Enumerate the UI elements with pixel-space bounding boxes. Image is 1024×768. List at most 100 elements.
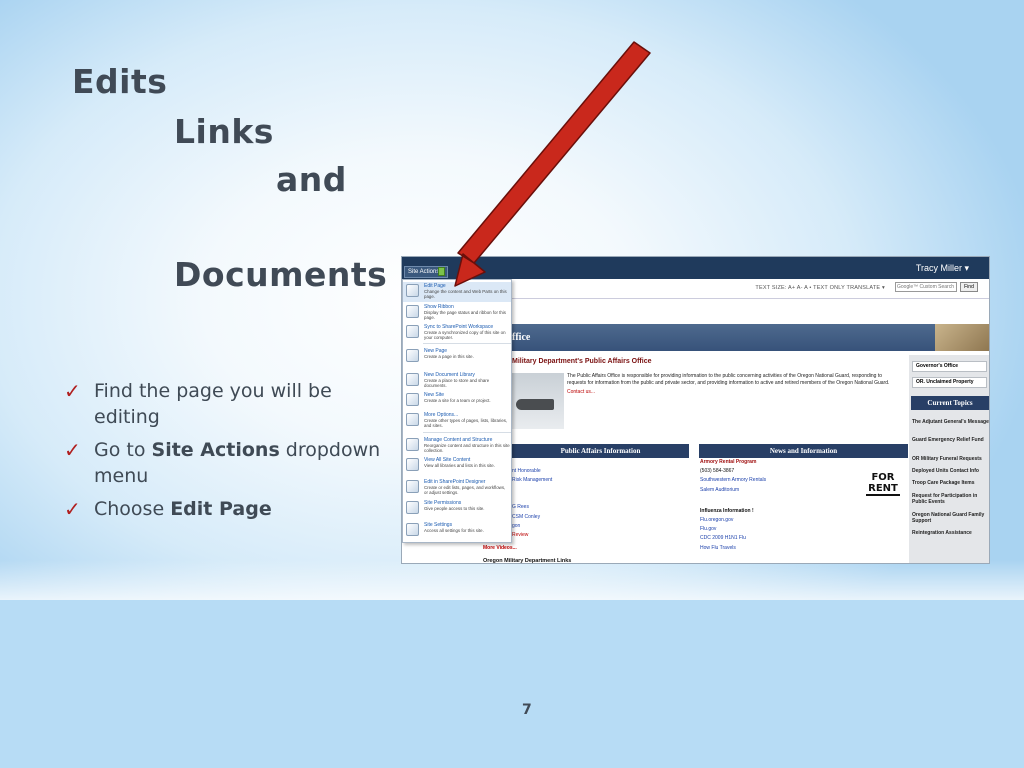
menu-item-edit-page[interactable]: Edit Page Change the content and Web Part…	[403, 282, 511, 302]
news-link[interactable]: How Flu Travels	[700, 544, 766, 553]
menu-item-description: Create a page in this site.	[424, 354, 474, 359]
menu-item-sync-to-sharepoint-workspace[interactable]: Sync to SharePoint Workspace Create a syn…	[403, 323, 511, 343]
search-input[interactable]: Google™ Custom Search	[895, 282, 957, 292]
news-link[interactable]: Flu.oregon.gov	[700, 516, 766, 525]
links-title: Oregon Military Department Links	[483, 558, 572, 564]
sharepoint-workspace-icon	[406, 325, 419, 338]
news-link[interactable]: Flu.gov	[700, 525, 766, 534]
menu-item-edit-in-sharepoint-designer[interactable]: Edit in SharePoint Designer Create or edi…	[403, 478, 511, 498]
arrow-icon	[454, 41, 651, 287]
tool-strip: TEXT SIZE: A+ A- A • TEXT ONLY TRANSLATE…	[512, 279, 989, 299]
contact-link[interactable]: Contact us...	[567, 389, 595, 395]
topic-link[interactable]: The Adjutant General's Message	[912, 419, 989, 425]
public-affairs-header: Public Affairs Information	[512, 444, 689, 458]
pai-link[interactable]: Risk Management	[512, 476, 552, 485]
pai-link[interactable]: gon	[512, 522, 552, 531]
news-link[interactable]: Salem Auditorium	[700, 486, 766, 495]
pai-link[interactable]: CSM Conley	[512, 513, 552, 522]
checkmark-icon: ✓	[64, 438, 81, 462]
news-line: (503) 584-3867	[700, 468, 735, 475]
helicopter-image	[512, 373, 564, 429]
manage-content-icon	[406, 438, 419, 451]
designer-icon	[406, 480, 419, 493]
more-videos-link[interactable]: More Videos...	[483, 545, 517, 551]
topic-link[interactable]: Oregon National Guard Family Support	[912, 512, 989, 524]
text-size-tools[interactable]: TEXT SIZE: A+ A- A • TEXT ONLY TRANSLATE…	[755, 285, 885, 291]
bullet-3-text: Choose Edit Page	[94, 498, 272, 520]
menu-item-new-document-library[interactable]: New Document Library Create a place to st…	[403, 371, 511, 391]
current-topics-header: Current Topics	[911, 396, 989, 410]
menu-item-description: Access all settings for this site.	[424, 528, 484, 533]
new-page-icon	[406, 349, 419, 362]
menu-item-description: Create a site for a team or project.	[424, 398, 491, 403]
menu-item-description: Create other types of pages, lists, libr…	[424, 418, 508, 428]
title-line-3: and	[276, 160, 347, 199]
page-number: 7	[522, 702, 532, 718]
menu-item-description: Create a synchronized copy of this site …	[424, 330, 506, 340]
menu-item-description: Reorganize content and structure in this…	[424, 443, 510, 453]
menu-separator	[423, 343, 511, 344]
pai-link[interactable]: nt Honorable	[512, 467, 552, 476]
title-line-1: Edits	[72, 62, 168, 101]
menu-item-show-ribbon[interactable]: Show Ribbon Display the page status and r…	[403, 303, 511, 323]
permissions-icon	[406, 501, 419, 514]
find-button[interactable]: Find	[960, 282, 978, 292]
menu-item-description: View all libraries and lists in this sit…	[424, 463, 495, 468]
menu-item-more-options[interactable]: More Options... Create other types of pag…	[403, 411, 511, 431]
menu-item-new-page[interactable]: New Page Create a page in this site.	[403, 347, 511, 367]
site-content-icon	[406, 458, 419, 471]
menu-item-description: Create or edit lists, pages, and workflo…	[424, 485, 506, 495]
for-rent-sign: FOR RENT	[866, 472, 900, 496]
armory-heading: Armory Rental Program	[700, 459, 757, 465]
news-header: News and Information	[699, 444, 908, 458]
bullet-2-text: Go to Site Actions dropdown menu	[94, 439, 381, 487]
settings-icon	[406, 523, 419, 536]
intro-text: The Public Affairs Office is responsible…	[567, 373, 890, 386]
menu-item-new-site[interactable]: New Site Create a site for a team or proj…	[403, 391, 511, 411]
bullet-2: ✓ Go to Site Actions dropdown menu	[64, 437, 394, 489]
page-heading: Military Department's Public Affairs Off…	[512, 358, 652, 365]
sharepoint-screenshot: Site Actions ▾ Tracy Miller ▾ TEXT SIZE:…	[401, 256, 990, 564]
new-site-icon	[406, 393, 419, 406]
bullet-list: ✓ Find the page you will be editing ✓ Go…	[64, 378, 394, 529]
public-affairs-links: nt Honorable Risk Management G Rees CSM …	[512, 467, 552, 540]
menu-item-view-all-site-content[interactable]: View All Site Content View all libraries …	[403, 456, 511, 476]
news-link[interactable]: CDC 2009 H1N1 Flu	[700, 534, 766, 543]
more-options-icon	[406, 413, 419, 426]
site-actions-menu: Edit Page Change the content and Web Part…	[402, 279, 512, 543]
top-bar: Site Actions ▾ Tracy Miller ▾	[402, 257, 989, 279]
topic-link[interactable]: Deployed Units Contact Info	[912, 468, 989, 474]
governors-office-button[interactable]: Governor's Office	[912, 361, 987, 372]
menu-item-description: Change the content and Web Parts on this…	[424, 289, 507, 299]
topic-link[interactable]: Guard Emergency Relief Fund	[912, 437, 989, 443]
menu-item-manage-content-and-structure[interactable]: Manage Content and Structure Reorganize c…	[403, 436, 511, 456]
right-sidebar: Governor's Office OR. Unclaimed Property…	[909, 355, 989, 563]
topic-link[interactable]: Reintegration Assistance	[912, 530, 989, 536]
pai-link	[512, 485, 552, 503]
document-library-icon	[406, 373, 419, 386]
news-column: Armory Rental Program (503) 584-3867 Sou…	[700, 458, 766, 553]
menu-item-description: Create a place to store and share docume…	[424, 378, 490, 388]
title-line-4: Documents	[174, 255, 388, 294]
menu-item-description: Display the page status and ribbon for t…	[424, 310, 507, 320]
pai-link[interactable]: G Rees	[512, 503, 552, 512]
unclaimed-property-button[interactable]: OR. Unclaimed Property	[912, 377, 987, 388]
checkmark-icon: ✓	[64, 497, 81, 521]
topic-link[interactable]: Troop Care Package Items	[912, 480, 989, 486]
menu-item-description: Give people access to this site.	[424, 506, 485, 511]
topic-link[interactable]: OR Military Funeral Requests	[912, 456, 989, 462]
menu-item-site-settings[interactable]: Site Settings Access all settings for thi…	[403, 521, 511, 541]
menu-item-site-permissions[interactable]: Site Permissions Give people access to th…	[403, 499, 511, 519]
menu-separator	[423, 432, 511, 433]
bullet-1: ✓ Find the page you will be editing	[64, 378, 394, 430]
bullet-1-text: Find the page you will be editing	[94, 380, 332, 428]
news-link[interactable]: Southwestern Armory Rentals	[700, 476, 766, 485]
ribbon-icon	[406, 305, 419, 318]
topic-link[interactable]: Request for Participation in Public Even…	[912, 493, 989, 505]
pencil-page-icon	[406, 284, 419, 297]
navigate-up-icon[interactable]	[438, 267, 445, 276]
flu-heading: Influenza Information !	[700, 507, 754, 514]
user-menu[interactable]: Tracy Miller ▾	[916, 263, 969, 274]
pai-link[interactable]: Review	[512, 531, 552, 540]
title-line-2: Links	[174, 112, 274, 151]
